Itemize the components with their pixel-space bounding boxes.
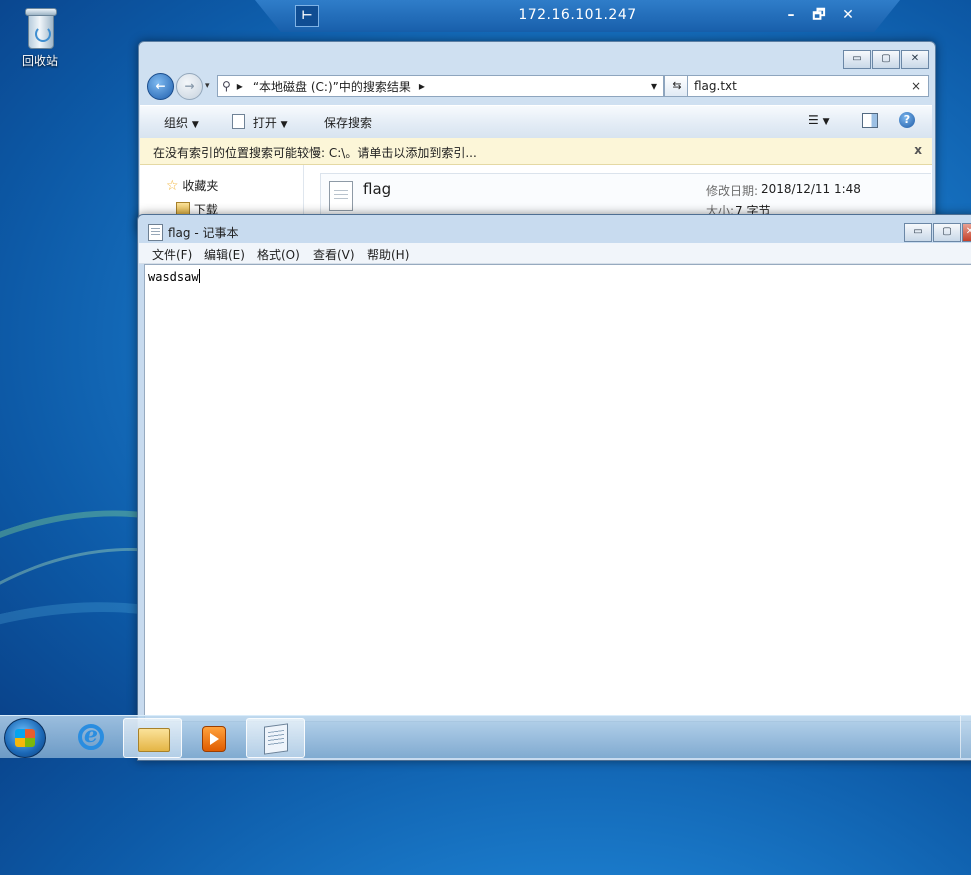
command-toolbar: 组织 ▼ 打开 ▼ 保存搜索 ☰ ▼ ? bbox=[140, 105, 932, 139]
open-label: 打开 bbox=[252, 116, 277, 130]
recycle-bin-label: 回收站 bbox=[21, 54, 58, 68]
explorer-minimize-button[interactable]: ▭ bbox=[843, 50, 871, 69]
chevron-down-icon: ▼ bbox=[280, 120, 288, 130]
text-file-icon bbox=[329, 181, 353, 211]
explorer-maximize-button[interactable]: ▢ bbox=[872, 50, 900, 69]
remote-host-address: 172.16.101.247 bbox=[518, 7, 637, 23]
address-dropdown-icon[interactable]: ▾ bbox=[651, 79, 657, 93]
organize-label: 组织 bbox=[164, 116, 189, 130]
view-options-icon[interactable]: ☰ ▼ bbox=[808, 113, 830, 127]
address-bar[interactable]: ⚲ ▸ “本地磁盘 (C:)”中的搜索结果 ▸ ▾ bbox=[217, 75, 664, 97]
path-arrow-icon: ▸ bbox=[236, 79, 243, 93]
index-warning-bar[interactable]: 在没有索引的位置搜索可能较慢: C:\。请单击以添加到索引... x bbox=[140, 138, 932, 165]
chevron-down-icon: ▼ bbox=[191, 120, 199, 130]
open-button[interactable]: 打开 ▼ bbox=[232, 114, 288, 131]
modified-date-value: 2018/12/11 1:48 bbox=[761, 182, 861, 196]
path-arrow-end-icon[interactable]: ▸ bbox=[419, 79, 425, 93]
taskbar-ie-button[interactable] bbox=[62, 718, 119, 756]
modified-date-label: 修改日期: bbox=[706, 184, 759, 198]
help-icon[interactable]: ? bbox=[899, 112, 915, 128]
nav-item-favorites[interactable]: ☆ 收藏夹 bbox=[166, 177, 218, 194]
save-search-button[interactable]: 保存搜索 bbox=[324, 114, 372, 131]
result-file-name: flag bbox=[363, 180, 392, 198]
recycle-bin-shortcut[interactable]: 回收站 bbox=[12, 6, 68, 69]
open-file-icon bbox=[232, 114, 245, 129]
explorer-window: ▭ ▢ ✕ ← → ▾ ⚲ ▸ “本地磁盘 (C:)”中的搜索结果 ▸ ▾ ⇆ … bbox=[138, 41, 936, 233]
menu-format[interactable]: 格式(O) bbox=[257, 246, 300, 263]
notepad-menu-bar: 文件(F) 编辑(E) 格式(O) 查看(V) 帮助(H) bbox=[139, 243, 971, 264]
forward-arrow-icon[interactable]: → bbox=[176, 72, 203, 100]
taskbar bbox=[0, 715, 971, 758]
folder-icon bbox=[138, 728, 170, 752]
menu-view[interactable]: 查看(V) bbox=[313, 246, 355, 263]
preview-pane-icon[interactable] bbox=[862, 113, 878, 128]
explorer-close-button[interactable]: ✕ bbox=[901, 50, 929, 69]
menu-file[interactable]: 文件(F) bbox=[152, 246, 192, 263]
favorites-label: 收藏夹 bbox=[182, 179, 219, 193]
index-warning-text: 在没有索引的位置搜索可能较慢: C:\。请单击以添加到索引... bbox=[153, 146, 477, 160]
info-bar-close-icon[interactable]: x bbox=[914, 143, 922, 157]
notepad-window: flag - 记事本 ▭ ▢ ✕ 文件(F) 编辑(E) 格式(O) 查看(V)… bbox=[137, 214, 971, 761]
start-button[interactable] bbox=[4, 718, 46, 758]
search-input-value: flag.txt bbox=[694, 79, 737, 93]
address-path-text: “本地磁盘 (C:)”中的搜索结果 bbox=[252, 79, 411, 94]
menu-edit[interactable]: 编辑(E) bbox=[204, 246, 245, 263]
star-icon: ☆ bbox=[166, 178, 179, 194]
notepad-taskbar-icon bbox=[264, 723, 288, 755]
remote-close-button[interactable]: ✕ bbox=[837, 4, 859, 26]
back-arrow-icon[interactable]: ← bbox=[147, 72, 174, 100]
recycle-bin-icon bbox=[24, 6, 57, 49]
notepad-title: flag - 记事本 bbox=[168, 226, 239, 240]
search-icon: ⚲ bbox=[222, 79, 231, 93]
notepad-close-button[interactable]: ✕ bbox=[962, 223, 971, 242]
history-dropdown-icon[interactable]: ▾ bbox=[205, 81, 210, 91]
menu-help[interactable]: 帮助(H) bbox=[367, 246, 409, 263]
remote-connection-bar: ⊢ 172.16.101.247 – 🗗 ✕ bbox=[255, 0, 900, 32]
search-input[interactable]: flag.txt × bbox=[687, 75, 929, 97]
taskbar-media-player-button[interactable] bbox=[184, 718, 241, 756]
notepad-text-area[interactable]: wasdsaw bbox=[144, 264, 971, 722]
notepad-content: wasdsaw bbox=[148, 270, 199, 284]
remote-minimize-button[interactable]: – bbox=[780, 4, 802, 26]
taskbar-explorer-button[interactable] bbox=[123, 718, 182, 758]
organize-button[interactable]: 组织 ▼ bbox=[164, 114, 199, 131]
search-clear-icon[interactable]: × bbox=[911, 79, 921, 93]
notepad-maximize-button[interactable]: ▢ bbox=[933, 223, 961, 242]
remote-restore-button[interactable]: 🗗 bbox=[808, 4, 830, 26]
internet-explorer-icon bbox=[78, 722, 104, 750]
notepad-icon bbox=[148, 224, 163, 241]
notepad-minimize-button[interactable]: ▭ bbox=[904, 223, 932, 242]
taskbar-notepad-button[interactable] bbox=[246, 718, 305, 758]
media-player-icon bbox=[202, 726, 226, 752]
notepad-title-bar[interactable]: flag - 记事本 bbox=[148, 224, 239, 241]
text-caret bbox=[198, 269, 200, 283]
show-desktop-button[interactable] bbox=[960, 716, 971, 758]
